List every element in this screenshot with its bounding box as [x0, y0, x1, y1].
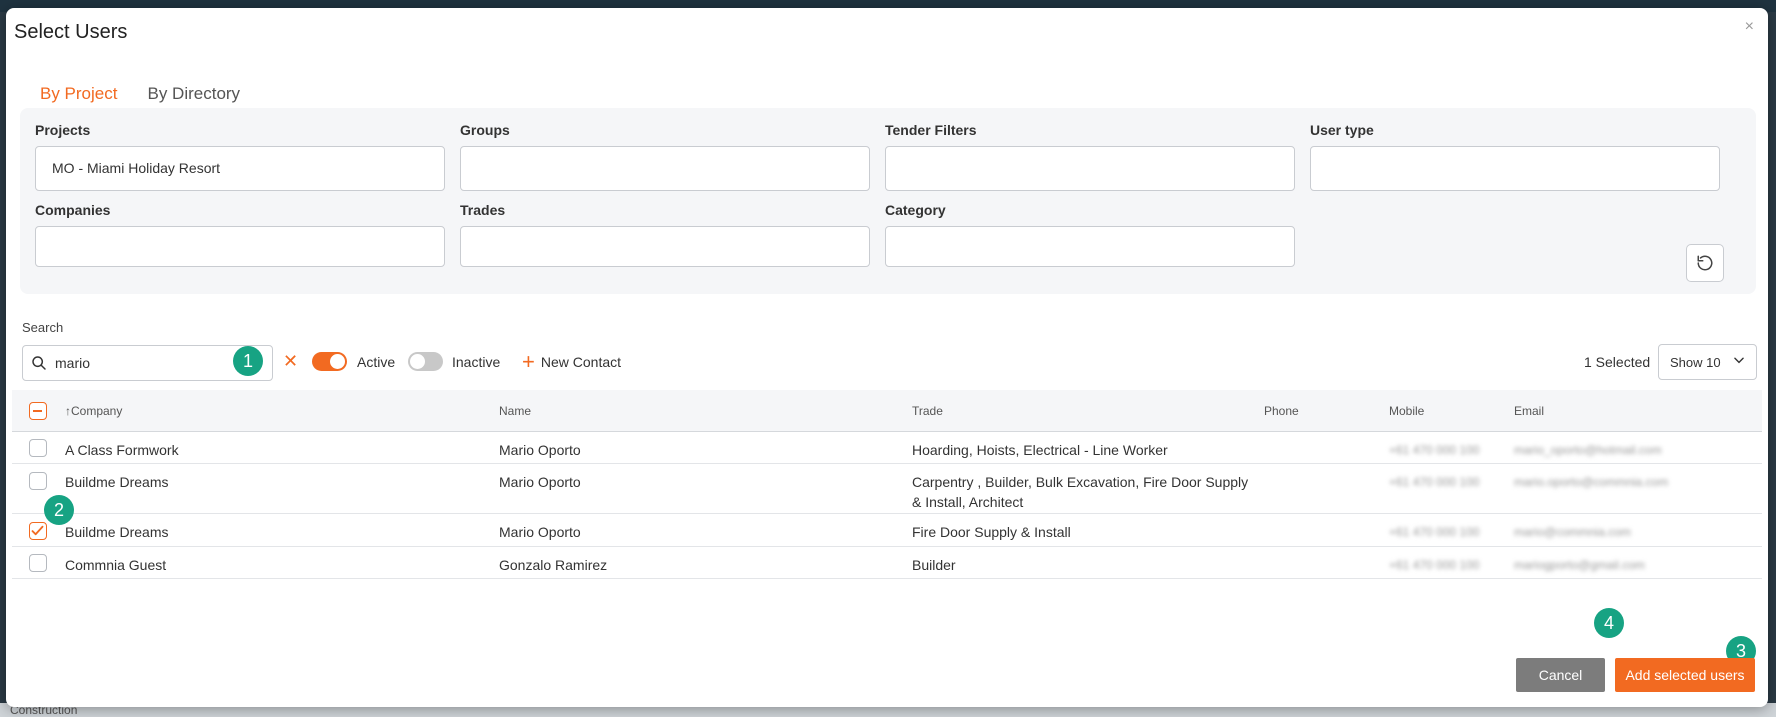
trades-select[interactable] — [460, 226, 870, 267]
inactive-label: Inactive — [452, 354, 501, 370]
toggle-knob — [410, 354, 425, 369]
user-type-label: User type — [1310, 122, 1374, 138]
minus-icon — [33, 410, 42, 412]
cell-trade-line: & Install, Architect — [912, 494, 1024, 510]
new-contact-label: New Contact — [540, 354, 622, 370]
selected-count: 1 Selected — [1584, 354, 1651, 370]
annotation-badge-1: 1 — [233, 346, 263, 376]
table-row[interactable]: Commnia Guest Gonzalo Ramirez Builder +6… — [12, 547, 1762, 579]
checkmark-icon — [31, 525, 44, 536]
toggle-knob — [330, 354, 345, 369]
cell-trade: Builder — [912, 557, 956, 573]
active-label: Active — [357, 354, 396, 370]
close-icon[interactable]: × — [1745, 18, 1754, 36]
select-users-dialog: Select Users × By Project By Directory P… — [6, 8, 1768, 707]
annotation-badge-4: 4 — [1594, 608, 1624, 638]
tender-filters-filter: Tender Filters — [885, 122, 1295, 191]
chevron-down-icon — [1734, 357, 1744, 364]
cell-email: mario_oporto@hotmail.com — [1514, 443, 1662, 457]
companies-filter: Companies — [35, 202, 445, 267]
new-contact-button[interactable]: + New Contact — [522, 349, 622, 374]
table-row[interactable]: A Class Formwork Mario Oporto Hoarding, … — [12, 432, 1762, 464]
cell-email: mario.oporto@commnia.com — [1514, 475, 1669, 489]
cell-mobile: +61 470 000 100 — [1389, 558, 1480, 572]
cell-email: mario@commnia.com — [1514, 525, 1631, 539]
cell-trade: Fire Door Supply & Install — [912, 524, 1071, 540]
cancel-button[interactable]: Cancel — [1516, 658, 1605, 692]
companies-label: Companies — [35, 202, 111, 218]
page-size-select[interactable]: Show 10 — [1658, 344, 1757, 380]
cell-mobile: +61 470 000 100 — [1389, 443, 1480, 457]
tender-filters-select[interactable] — [885, 146, 1295, 191]
column-mobile[interactable]: Mobile — [1389, 404, 1424, 418]
row-checkbox[interactable] — [29, 554, 47, 572]
cell-name: Gonzalo Ramirez — [499, 557, 608, 573]
cell-name: Mario Oporto — [499, 474, 581, 490]
cell-mobile: +61 470 000 100 — [1389, 525, 1480, 539]
search-label: Search — [22, 320, 64, 335]
cell-trade: Hoarding, Hoists, Electrical - Line Work… — [912, 442, 1168, 458]
add-selected-users-button[interactable]: Add selected users — [1615, 658, 1755, 692]
users-table: ↑Company Name Trade Phone Mobile Email A… — [12, 390, 1762, 579]
refresh-icon — [1697, 255, 1713, 271]
category-filter: Category — [885, 202, 1295, 267]
column-trade[interactable]: Trade — [912, 404, 943, 418]
dialog-title: Select Users — [14, 21, 128, 43]
cell-name: Mario Oporto — [499, 442, 581, 458]
reset-filters-button[interactable] — [1686, 244, 1724, 282]
user-type-filter: User type — [1310, 122, 1720, 191]
page-size-value: Show 10 — [1670, 354, 1721, 370]
cell-trade-line: Carpentry , Builder, Bulk Excavation, Fi… — [912, 474, 1249, 490]
groups-select[interactable] — [460, 146, 870, 191]
column-company[interactable]: ↑Company — [65, 404, 122, 418]
table-row[interactable]: Buildme Dreams Mario Oporto Fire Door Su… — [12, 514, 1762, 547]
active-toggle[interactable] — [312, 352, 347, 371]
column-phone[interactable]: Phone — [1264, 404, 1299, 418]
category-select[interactable] — [885, 226, 1295, 267]
filter-panel: Projects MO - Miami Holiday Resort Group… — [20, 108, 1756, 294]
cell-company: Buildme Dreams — [65, 524, 169, 540]
cell-trade: Carpentry , Builder, Bulk Excavation, Fi… — [912, 472, 1248, 512]
trades-label: Trades — [460, 202, 506, 218]
row-checkbox[interactable] — [29, 472, 47, 490]
cell-company: Buildme Dreams — [65, 474, 169, 490]
search-icon — [32, 356, 46, 370]
projects-label: Projects — [35, 122, 91, 138]
row-checkbox[interactable] — [29, 439, 47, 457]
tender-filters-label: Tender Filters — [885, 122, 977, 138]
cell-company: A Class Formwork — [65, 442, 179, 458]
projects-filter: Projects MO - Miami Holiday Resort — [35, 122, 445, 191]
cell-name: Mario Oporto — [499, 524, 581, 540]
groups-label: Groups — [460, 122, 510, 138]
column-email[interactable]: Email — [1514, 404, 1544, 418]
select-all-checkbox[interactable] — [29, 402, 47, 420]
table-header: ↑Company Name Trade Phone Mobile Email — [12, 390, 1762, 432]
clear-search-icon[interactable]: ✕ — [283, 351, 298, 372]
cell-mobile: +61 470 000 100 — [1389, 475, 1480, 489]
cell-company: Commnia Guest — [65, 557, 167, 573]
column-name[interactable]: Name — [499, 404, 531, 418]
row-checkbox[interactable] — [29, 522, 47, 540]
groups-filter: Groups — [460, 122, 870, 191]
user-type-select[interactable] — [1310, 146, 1720, 191]
companies-select[interactable] — [35, 226, 445, 267]
projects-select[interactable]: MO - Miami Holiday Resort — [35, 146, 445, 191]
inactive-toggle[interactable] — [408, 352, 443, 371]
table-row[interactable]: Buildme Dreams Mario Oporto Carpentry , … — [12, 464, 1762, 514]
category-label: Category — [885, 202, 946, 218]
search-input[interactable] — [55, 355, 225, 371]
plus-icon: + — [522, 349, 535, 374]
cell-email: mariogporto@gmail.com — [1514, 558, 1645, 572]
annotation-badge-2: 2 — [44, 495, 74, 525]
trades-filter: Trades — [460, 202, 870, 267]
